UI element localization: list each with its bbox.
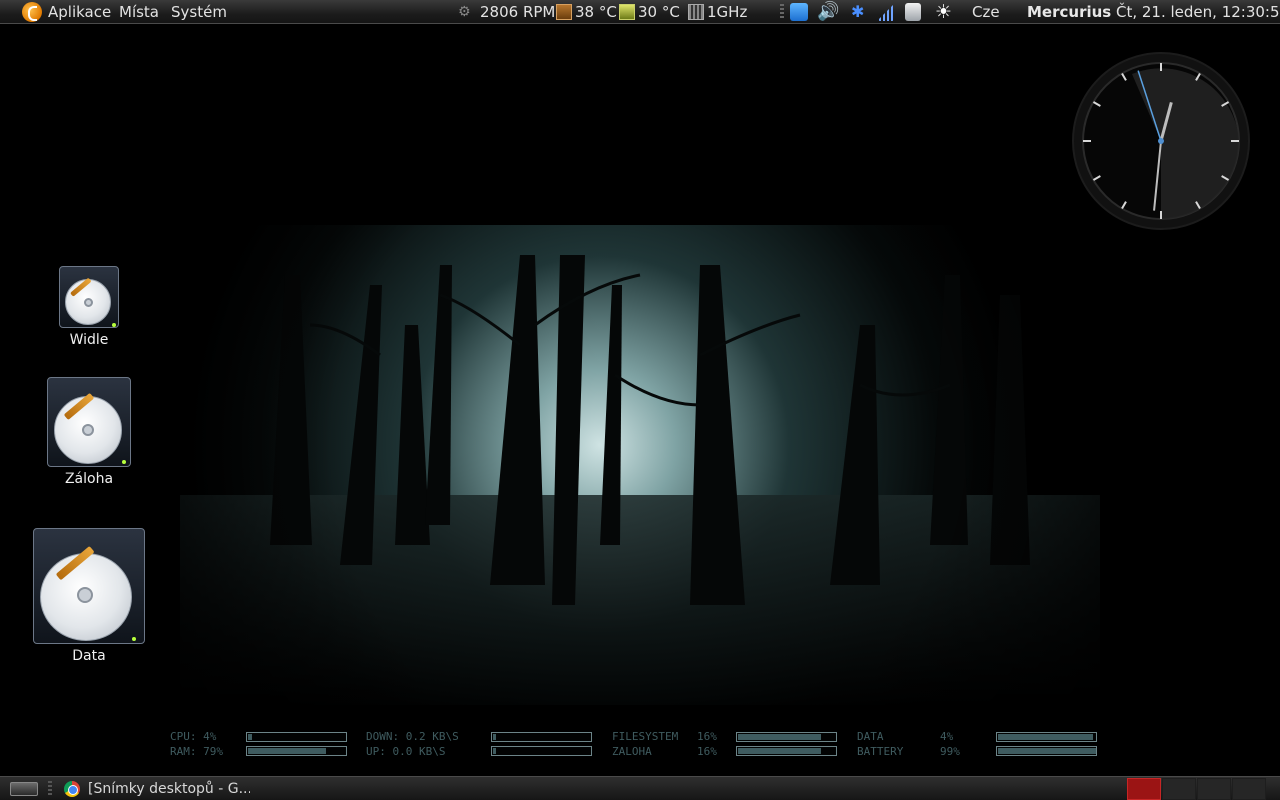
conky-data-value: 4% xyxy=(940,730,954,743)
conky-filesystem-label: FILESYSTEM xyxy=(612,730,679,743)
chrome-icon xyxy=(64,781,80,797)
cpu-temp: 38 °C xyxy=(575,3,617,21)
bottom-panel: [Snímky desktopů - G... xyxy=(0,776,1280,800)
workspace-4[interactable] xyxy=(1232,778,1266,800)
conky-battery-value: 99% xyxy=(940,745,960,758)
taskbar-window-button[interactable]: [Snímky desktopů - G... xyxy=(60,778,250,800)
conky-cpu-bar xyxy=(246,732,347,742)
conky-data-bar xyxy=(996,732,1097,742)
menu-applications[interactable]: Aplikace xyxy=(48,0,111,24)
conky-up: UP: 0.0 KB\S xyxy=(366,745,446,758)
conky-battery-label: BATTERY xyxy=(857,745,904,758)
bluetooth-icon[interactable]: ✱ xyxy=(851,0,864,24)
menu-system[interactable]: Systém xyxy=(171,0,227,24)
fan-icon: ⚙ xyxy=(458,4,471,20)
signal-strength-icon[interactable] xyxy=(877,3,895,21)
top-panel: Aplikace Místa Systém ⚙ 2806 RPM 38 °C 3… xyxy=(0,0,1280,24)
network-manager-icon[interactable] xyxy=(790,3,808,21)
battery-icon[interactable] xyxy=(905,3,921,21)
brightness-icon[interactable]: ☀ xyxy=(935,0,952,24)
desktop-icon-widle[interactable]: Widle xyxy=(48,266,130,348)
conky-down: DOWN: 0.2 KB\S xyxy=(366,730,459,743)
panel-separator xyxy=(780,4,784,20)
cpu-freq: 1GHz xyxy=(707,3,748,21)
hard-drive-icon xyxy=(59,266,119,328)
board-temp-icon xyxy=(619,4,635,20)
conky-zaloha-value: 16% xyxy=(697,745,717,758)
workspace-2[interactable] xyxy=(1162,778,1196,800)
show-desktop-button[interactable] xyxy=(10,782,38,796)
conky-zaloha-bar xyxy=(736,746,837,756)
desktop-icon-label: Widle xyxy=(69,332,109,348)
desktop-icon-zaloha[interactable]: Záloha xyxy=(40,377,138,487)
conky-down-graph xyxy=(491,732,592,742)
board-temp: 30 °C xyxy=(638,3,680,21)
desktop-icon-label: Data xyxy=(72,648,106,664)
analog-clock[interactable] xyxy=(1072,52,1250,230)
conky-filesystem-bar xyxy=(736,732,837,742)
panel-separator xyxy=(48,781,52,797)
conky-data-label: DATA xyxy=(857,730,884,743)
hard-drive-icon xyxy=(47,377,131,467)
user-menu[interactable]: Mercurius xyxy=(1027,0,1111,24)
conky-up-graph xyxy=(491,746,592,756)
taskbar-window-title: [Snímky desktopů - G... xyxy=(88,781,250,797)
conky-ram: RAM: 79% xyxy=(170,745,223,758)
conky-cpu: CPU: 4% xyxy=(170,730,217,743)
cpu-freq-icon xyxy=(688,4,704,20)
conky-zaloha-label: ZALOHA xyxy=(612,745,652,758)
fan-speed: 2806 RPM xyxy=(480,3,556,21)
hard-drive-icon xyxy=(33,528,145,644)
conky-battery-bar xyxy=(996,746,1097,756)
conky-ram-bar xyxy=(246,746,347,756)
cpu-temp-icon xyxy=(556,4,572,20)
conky-filesystem-value: 16% xyxy=(697,730,717,743)
gnome-foot-icon[interactable] xyxy=(22,2,42,22)
volume-icon[interactable]: 🔊 xyxy=(817,0,839,24)
workspace-3[interactable] xyxy=(1197,778,1231,800)
desktop-icon-label: Záloha xyxy=(64,471,114,487)
menu-places[interactable]: Místa xyxy=(119,0,159,24)
datetime[interactable]: Čt, 21. leden, 12:30:57 xyxy=(1116,0,1280,24)
conky-system-monitor: CPU: 4% RAM: 79% DOWN: 0.2 KB\S UP: 0.0 … xyxy=(170,730,1110,762)
keyboard-layout[interactable]: Cze xyxy=(972,0,1000,24)
workspace-1[interactable] xyxy=(1127,778,1161,800)
desktop-icon-data[interactable]: Data xyxy=(30,528,148,664)
